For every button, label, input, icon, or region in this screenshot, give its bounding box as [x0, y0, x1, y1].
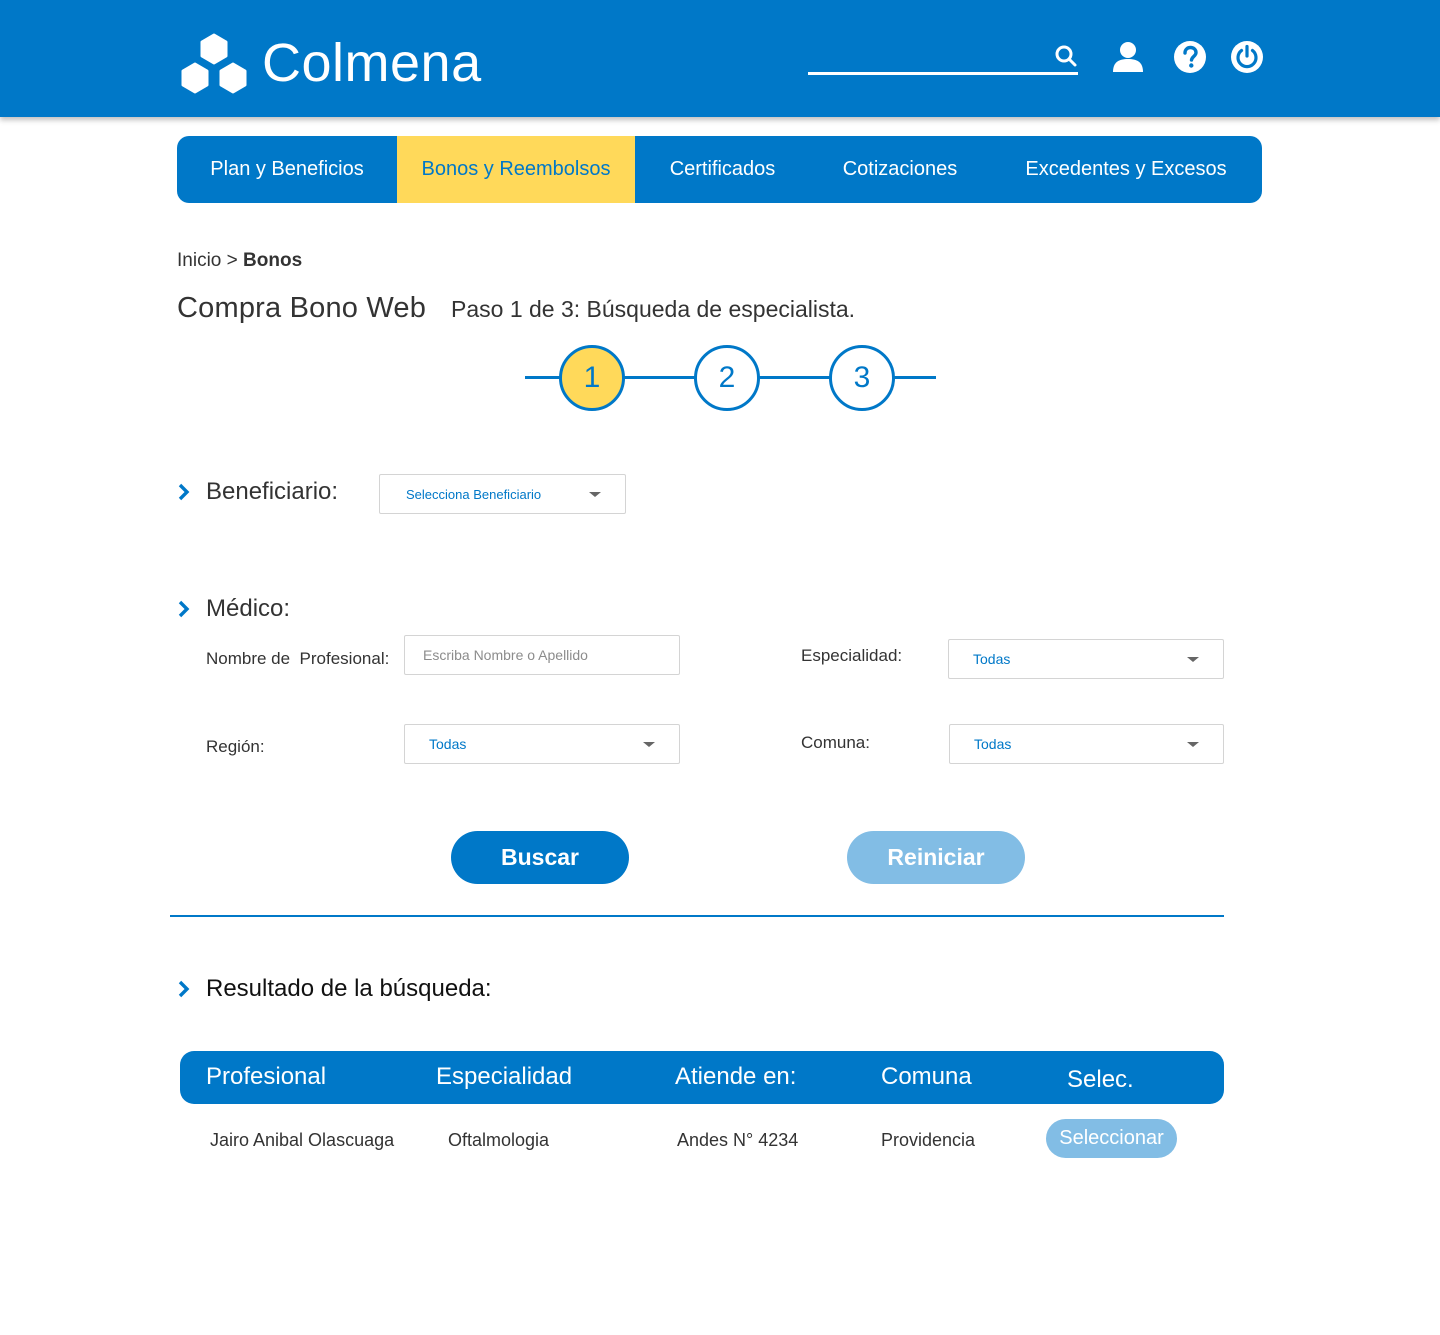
- column-header-comuna: Comuna: [881, 1063, 972, 1090]
- region-select-value: Todas: [429, 736, 467, 752]
- region-label: Región:: [206, 737, 265, 756]
- nombre-profesional-input[interactable]: [404, 635, 680, 675]
- cell-especialidad: Oftalmologia: [448, 1130, 550, 1150]
- breadcrumb-current: Bonos: [243, 250, 303, 271]
- step-2[interactable]: 2: [694, 345, 760, 411]
- stepper: 1 2 3: [525, 344, 936, 412]
- results-label: Resultado de la búsqueda:: [206, 975, 492, 1002]
- nav-item-bonos-y-reembolsos[interactable]: Bonos y Reembolsos: [397, 136, 635, 203]
- search-input[interactable]: [808, 40, 1078, 75]
- buscar-button[interactable]: Buscar: [451, 831, 629, 884]
- nombre-profesional-label: Nombre de Profesional:: [206, 649, 390, 668]
- comuna-label: Comuna:: [801, 733, 870, 752]
- user-icon[interactable]: [1111, 40, 1145, 74]
- especialidad-label: Especialidad:: [801, 646, 903, 665]
- column-header-profesional: Profesional: [206, 1063, 327, 1090]
- help-icon[interactable]: [1173, 40, 1207, 74]
- chevron-down-icon: [1187, 742, 1199, 747]
- page-title: Compra Bono Web: [177, 292, 427, 324]
- brand-name: Colmena: [262, 33, 482, 93]
- table-row: Jairo Anibal Olascuaga Oftalmologia Ande…: [180, 1114, 1224, 1164]
- beneficiario-section: Beneficiario:: [177, 478, 338, 506]
- cell-comuna: Providencia: [881, 1130, 976, 1150]
- nav-item-excedentes-y-excesos[interactable]: Excedentes y Excesos: [990, 136, 1262, 203]
- nav-item-cotizaciones[interactable]: Cotizaciones: [810, 136, 990, 203]
- chevron-down-icon: [589, 492, 601, 497]
- search-icon[interactable]: [1054, 44, 1078, 68]
- column-header-selec: Selec.: [1067, 1066, 1134, 1093]
- top-header: Colmena: [0, 0, 1440, 117]
- reiniciar-button[interactable]: Reiniciar: [847, 831, 1025, 884]
- chevron-right-icon: [178, 980, 190, 998]
- main-nav: Plan y Beneficios Bonos y Reembolsos Cer…: [177, 136, 1262, 203]
- chevron-right-icon: [178, 600, 190, 618]
- column-header-especialidad: Especialidad: [436, 1063, 573, 1090]
- medico-section: Médico:: [177, 595, 290, 623]
- comuna-select[interactable]: Todas: [949, 724, 1224, 764]
- region-select[interactable]: Todas: [404, 724, 680, 764]
- especialidad-select[interactable]: Todas: [948, 639, 1224, 679]
- chevron-down-icon: [1187, 657, 1199, 662]
- medico-label: Médico:: [206, 595, 291, 622]
- seleccionar-button[interactable]: Seleccionar: [1046, 1119, 1177, 1158]
- chevron-right-icon: [178, 483, 190, 501]
- step-3[interactable]: 3: [829, 345, 895, 411]
- breadcrumb-separator: >: [226, 250, 238, 271]
- colmena-logo-icon: [181, 33, 247, 94]
- power-icon[interactable]: [1230, 40, 1264, 74]
- cell-atiende-en: Andes N° 4234: [677, 1130, 799, 1150]
- nav-item-certificados[interactable]: Certificados: [635, 136, 810, 203]
- cell-profesional: Jairo Anibal Olascuaga: [210, 1130, 395, 1150]
- especialidad-select-value: Todas: [973, 651, 1011, 667]
- comuna-select-value: Todas: [974, 736, 1012, 752]
- colmena-logo[interactable]: Colmena: [176, 33, 496, 97]
- column-header-atiende-en: Atiende en:: [675, 1063, 797, 1090]
- header-search: [808, 40, 1078, 78]
- nav-item-plan-y-beneficios[interactable]: Plan y Beneficios: [177, 136, 397, 203]
- beneficiario-label: Beneficiario:: [206, 478, 339, 505]
- beneficiario-select-value: Selecciona Beneficiario: [406, 486, 542, 502]
- section-divider: [170, 915, 1224, 917]
- chevron-down-icon: [643, 742, 655, 747]
- results-section: Resultado de la búsqueda:: [177, 975, 492, 1003]
- beneficiario-select[interactable]: Selecciona Beneficiario: [379, 474, 626, 514]
- results-table-header: Profesional Especialidad Atiende en: Com…: [180, 1051, 1224, 1104]
- step-caption: Paso 1 de 3: Búsqueda de especialista.: [451, 296, 856, 322]
- breadcrumb: Inicio > Bonos: [177, 250, 302, 272]
- breadcrumb-home[interactable]: Inicio: [177, 250, 221, 271]
- step-1[interactable]: 1: [559, 345, 625, 411]
